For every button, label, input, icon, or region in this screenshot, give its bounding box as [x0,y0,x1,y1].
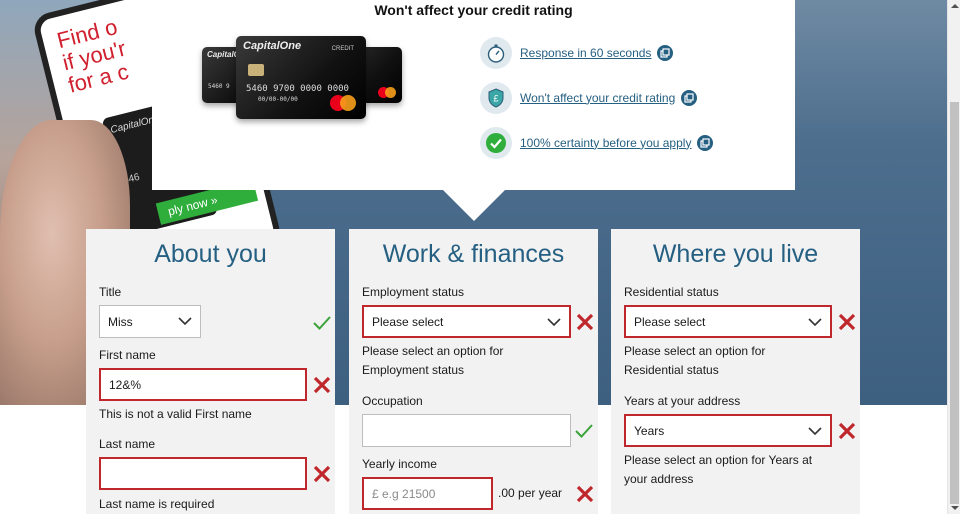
first-name-label: First name [99,348,156,362]
residential-error-line: Residential status [624,363,719,377]
residential-status-error: Please select an option for Residential … [624,342,765,380]
phone-headline: Find o if you'r for a c [54,14,131,98]
external-link-icon[interactable] [657,44,674,61]
card-brand: CapitalOne [243,40,302,52]
residential-status-label: Residential status [624,285,719,299]
years-error-line: your address [624,472,694,486]
card-expiry: 00/00-00/00 [258,96,298,103]
valid-check-icon [575,424,593,438]
stopwatch-icon [480,36,512,69]
occupation-input[interactable] [362,414,571,447]
shield-pound-icon: £ [480,81,512,114]
employment-status-label: Employment status [362,285,465,299]
benefit-link-credit-rating[interactable]: Won't affect your credit rating [520,91,675,105]
external-link-icon[interactable] [681,89,698,106]
income-suffix: .00 per year [498,486,563,500]
years-at-address-error: Please select an option for Years at you… [624,451,812,489]
error-cross-icon [313,376,331,394]
section-title: About you [154,240,267,268]
error-cross-icon [838,422,856,440]
benefit-link-certainty[interactable]: 100% certainty before you apply [520,136,691,150]
about-you-section: About you Title Miss First name 12&% Thi… [86,229,335,514]
error-cross-icon [313,465,331,483]
chevron-down-icon [178,317,192,326]
first-name-error: This is not a valid First name [99,407,252,421]
chevron-down-icon [547,318,561,327]
title-label: Title [99,285,122,299]
residential-error-line: Please select an option for [624,344,766,358]
last-name-label: Last name [99,437,156,451]
chevron-down-icon [808,318,822,327]
residential-status-select[interactable]: Please select [624,305,832,338]
error-cross-icon [576,313,594,331]
vertical-scrollbar[interactable] [947,0,960,514]
benefit-item: Response in 60 seconds [480,30,713,75]
info-title: Won't affect your credit rating [374,2,573,18]
card-chip [248,64,264,76]
chevron-down-icon [808,427,822,436]
title-select-value: Miss [108,314,133,329]
employment-status-value: Please select [372,314,444,329]
credit-cards-image: CapitalOne 5460 9 CapitalOne CREDIT 5460… [202,34,402,124]
green-check-icon [480,126,512,159]
benefits-list: Response in 60 seconds £ Won't affect yo… [480,30,714,165]
external-link-icon[interactable] [697,134,714,151]
info-panel: Won't affect your credit rating CapitalO… [152,0,795,221]
years-error-line: Please select an option for Years at [624,453,813,467]
card-number: 5460 9 [208,83,230,90]
card-number: 5460 9700 0000 0000 [246,84,349,94]
yearly-income-placeholder: £ e.g 21500 [372,486,436,501]
title-select[interactable]: Miss [99,305,201,338]
employment-error-line: Employment status [362,363,465,377]
employment-status-error: Please select an option for Employment s… [362,342,503,380]
error-cross-icon [838,313,856,331]
benefit-item: 100% certainty before you apply [480,120,714,165]
mastercard-logo [378,87,396,98]
benefit-link-response[interactable]: Response in 60 seconds [520,46,651,60]
first-name-value: 12&% [109,377,142,392]
last-name-input[interactable] [99,457,307,490]
residential-status-value: Please select [634,314,706,329]
last-name-error: Last name is required [99,497,215,511]
svg-text:£: £ [493,93,498,103]
yearly-income-label: Yearly income [362,457,437,471]
benefit-item: £ Won't affect your credit rating [480,75,713,120]
section-title: Where you live [652,240,819,268]
mastercard-logo [330,95,356,111]
work-finances-section: Work & finances Employment status Please… [349,229,598,514]
years-at-address-label: Years at your address [624,394,741,408]
yearly-income-input[interactable]: £ e.g 21500 [362,477,493,510]
scrollbar-thumb[interactable] [950,102,959,504]
employment-status-select[interactable]: Please select [362,305,571,338]
scroll-down-arrow[interactable] [951,506,959,510]
occupation-label: Occupation [362,394,423,408]
years-at-address-value: Years [634,423,665,438]
card-credit-label: CREDIT [331,46,354,52]
employment-error-line: Please select an option for [362,344,504,358]
section-title: Work & finances [382,240,565,268]
valid-check-icon [313,316,331,330]
first-name-input[interactable]: 12&% [99,368,307,401]
error-cross-icon [576,485,594,503]
card-front: CapitalOne CREDIT 5460 9700 0000 0000 00… [236,36,366,119]
where-you-live-section: Where you live Residential status Please… [611,229,860,514]
scroll-up-arrow[interactable] [951,4,959,8]
panel-pointer [442,189,506,221]
years-at-address-select[interactable]: Years [624,414,832,447]
